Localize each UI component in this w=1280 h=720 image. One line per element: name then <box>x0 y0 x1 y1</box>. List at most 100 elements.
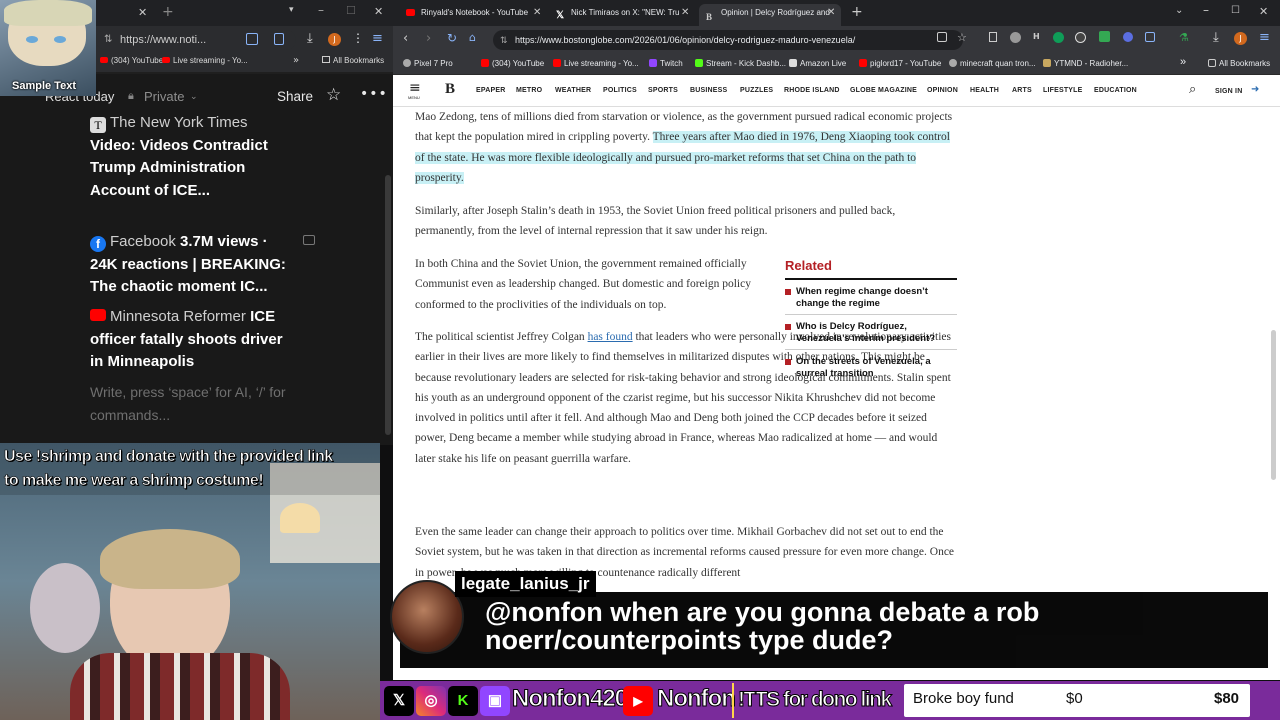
sidebar-icon[interactable]: ≡ <box>372 31 383 46</box>
tab-x[interactable]: 𝕏 Nick Timiraos on X: "NEW: Tru <box>549 4 689 26</box>
bookmark-item[interactable]: Twitch <box>649 59 683 68</box>
new-tab-icon[interactable]: + <box>851 4 863 20</box>
bookmark-item[interactable]: Pixel 7 Pro <box>403 59 453 68</box>
related-link[interactable]: On the streets of Venezuela, a surreal t… <box>785 350 957 384</box>
bookmark-label: All Bookmarks <box>333 56 385 65</box>
sidebar-icon[interactable]: ≡ <box>1259 30 1270 45</box>
forward-icon[interactable]: › <box>426 31 431 46</box>
profile-avatar[interactable]: J <box>328 33 341 46</box>
feed-item-reformer[interactable]: Minnesota Reformer ICE officer fatally s… <box>90 306 290 374</box>
grammarly-icon[interactable] <box>1053 32 1064 43</box>
bookmark-item[interactable]: piglord17 - YouTube <box>859 59 941 68</box>
download-icon[interactable]: ⤓ <box>1213 30 1219 45</box>
bookmarks-overflow-icon[interactable]: » <box>293 55 299 66</box>
maximize-icon[interactable]: ☐ <box>1231 5 1240 16</box>
site-info-icon[interactable]: ⇅ <box>104 30 112 50</box>
site-info-icon[interactable]: ⇅ <box>500 30 508 50</box>
nav-sports[interactable]: SPORTS <box>648 87 678 94</box>
extension-icon[interactable] <box>1099 31 1110 42</box>
extension-icon[interactable] <box>1123 32 1133 42</box>
nav-health[interactable]: HEALTH <box>970 87 999 94</box>
extension-icon[interactable] <box>274 33 284 45</box>
nav-opinion[interactable]: OPINION <box>927 87 958 94</box>
search-icon[interactable]: ⌕ <box>1189 82 1196 97</box>
nav-lifestyle[interactable]: LIFESTYLE <box>1043 87 1083 94</box>
share-button[interactable]: Share <box>277 89 313 104</box>
close-tab-icon[interactable]: ✕ <box>827 7 835 18</box>
feed-item-nyt[interactable]: T The New York Times Video: Videos Contra… <box>90 112 290 202</box>
bookmark-item[interactable]: Stream - Kick Dashb... <box>695 59 786 68</box>
extension-icon[interactable]: H <box>1033 32 1040 41</box>
lab-icon[interactable]: ⚗ <box>1179 31 1189 44</box>
nav-arts[interactable]: ARTS <box>1012 87 1032 94</box>
maximize-icon[interactable]: ☐ <box>346 4 356 17</box>
close-tab-icon[interactable]: ✕ <box>138 6 147 19</box>
bookmark-star-icon[interactable]: ☆ <box>957 31 967 44</box>
bookmark-item[interactable]: (304) YouTube <box>481 59 544 68</box>
has-found-link[interactable]: has found <box>588 331 633 343</box>
feed-item-facebook[interactable]: f Facebook 3.7M views · 24K reactions | B… <box>90 231 290 299</box>
bookmark-all[interactable]: All Bookmarks <box>1208 59 1270 68</box>
menu-icon[interactable]: ⋮ <box>352 31 364 45</box>
bookmark-item[interactable]: YTMND - Radioher... <box>1043 59 1128 68</box>
nav-education[interactable]: EDUCATION <box>1094 87 1137 94</box>
tab-youtube[interactable]: Rinyald's Notebook - YouTube <box>399 4 547 26</box>
tab-search-icon[interactable]: ▾ <box>289 5 294 15</box>
bookmark-live-streaming[interactable]: Live streaming - Yo... <box>162 56 248 65</box>
nav-globe-magazine[interactable]: GLOBE MAGAZINE <box>850 87 917 94</box>
tab-boston-globe[interactable]: B Opinion | Delcy Rodríguez and <box>699 4 841 26</box>
nav-rhode-island[interactable]: RHODE ISLAND <box>784 87 840 94</box>
minimize-icon[interactable]: – <box>318 3 324 17</box>
profile-avatar[interactable]: J <box>1234 32 1247 45</box>
home-icon[interactable]: ⌂ <box>469 31 476 44</box>
chevron-down-icon[interactable]: ⌄ <box>190 92 198 102</box>
nav-epaper[interactable]: EPAPER <box>476 87 505 94</box>
editor-placeholder[interactable]: Write, press ‘space’ for AI, ‘/’ for com… <box>90 381 290 426</box>
bookmark-item[interactable]: minecraft quan tron... <box>949 59 1036 68</box>
close-tab-icon[interactable]: ✕ <box>533 7 541 18</box>
globe-logo[interactable]: B <box>445 81 455 98</box>
scrollbar[interactable] <box>385 175 391 435</box>
lock-icon: 🔒︎ <box>128 89 134 102</box>
sign-in-link[interactable]: SIGN IN <box>1215 88 1242 95</box>
bookmark-item[interactable]: Live streaming - Yo... <box>553 59 639 68</box>
page-scrollbar[interactable] <box>1271 330 1276 480</box>
youtube-icon <box>100 57 108 63</box>
nav-puzzles[interactable]: PUZZLES <box>740 87 773 94</box>
bookmark-youtube[interactable]: (304) YouTube <box>100 56 163 65</box>
window-close-icon[interactable]: ✕ <box>374 5 383 18</box>
bookmark-item[interactable]: Amazon Live <box>789 59 846 68</box>
hamburger-icon[interactable]: ≡ <box>409 81 421 95</box>
left-address-bar[interactable]: ⇅ https://www.noti... <box>96 30 296 50</box>
privacy-label[interactable]: Private <box>144 89 184 104</box>
eye-shape <box>54 36 66 43</box>
nav-weather[interactable]: WEATHER <box>555 87 591 94</box>
window-close-icon[interactable]: ✕ <box>1259 5 1268 18</box>
reload-icon[interactable]: ↻ <box>447 31 457 45</box>
extension-icon[interactable] <box>1010 32 1021 43</box>
bookmarks-overflow-icon[interactable]: » <box>1180 56 1186 68</box>
extensions-puzzle-icon[interactable] <box>1145 32 1155 42</box>
nav-politics[interactable]: POLITICS <box>603 87 637 94</box>
close-tab-icon[interactable]: ✕ <box>681 7 689 18</box>
tab-search-icon[interactable]: ⌄ <box>1175 5 1183 16</box>
bookmark-icon[interactable] <box>246 33 258 45</box>
more-options-icon[interactable]: ••• <box>360 86 388 102</box>
download-icon[interactable]: ⤓ <box>307 31 313 46</box>
share-icon[interactable] <box>937 32 947 42</box>
back-icon[interactable]: ‹ <box>403 31 408 46</box>
nav-metro[interactable]: METRO <box>516 87 542 94</box>
star-icon[interactable]: ☆ <box>326 85 341 105</box>
bookmark-all[interactable]: All Bookmarks <box>322 56 384 65</box>
reader-icon[interactable] <box>989 32 997 42</box>
sign-in-icon[interactable]: ➜ <box>1251 84 1259 95</box>
related-link[interactable]: Who is Delcy Rodríguez, Venezuela’s inte… <box>785 315 957 350</box>
extension-icon[interactable] <box>1075 32 1086 43</box>
nav-business[interactable]: BUSINESS <box>690 87 727 94</box>
address-bar[interactable]: ⇅ https://www.bostonglobe.com/2026/01/06… <box>493 30 963 50</box>
related-link[interactable]: When regime change doesn’t change the re… <box>785 280 957 315</box>
kick-icon <box>695 59 703 67</box>
comment-icon[interactable] <box>303 235 315 245</box>
new-tab-icon[interactable]: + <box>162 4 174 20</box>
minimize-icon[interactable]: – <box>1203 3 1209 17</box>
